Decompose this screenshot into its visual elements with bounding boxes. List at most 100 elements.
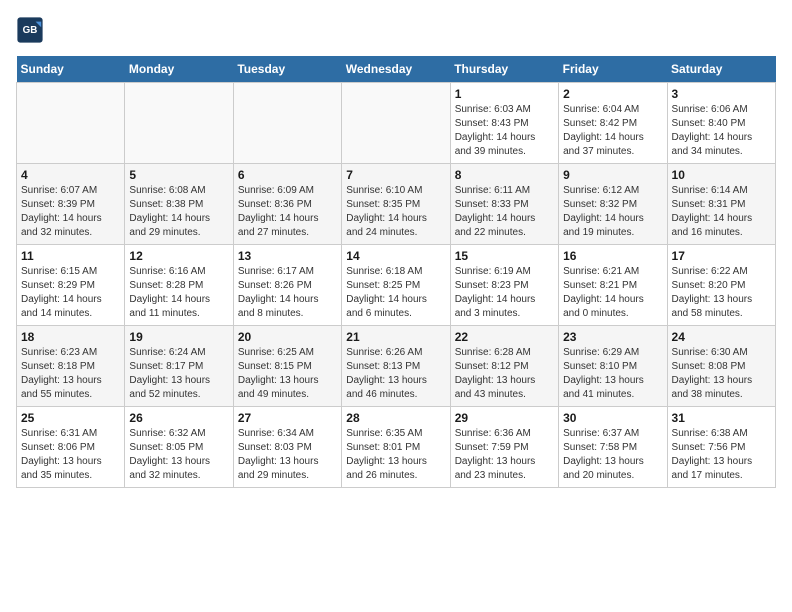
day-number: 21 — [346, 330, 445, 344]
column-header-thursday: Thursday — [450, 56, 558, 83]
calendar-day-9: 9Sunrise: 6:12 AM Sunset: 8:32 PM Daylig… — [559, 164, 667, 245]
calendar-day-22: 22Sunrise: 6:28 AM Sunset: 8:12 PM Dayli… — [450, 326, 558, 407]
day-number: 2 — [563, 87, 662, 101]
calendar-day-3: 3 Sunrise: 6:06 AM Sunset: 8:40 PM Daylig… — [667, 83, 775, 164]
logo-icon: GB — [16, 16, 44, 44]
page-header: GB — [16, 16, 776, 44]
column-header-saturday: Saturday — [667, 56, 775, 83]
calendar-day-8: 8 Sunrise: 6:11 AM Sunset: 8:33 PM Daylig… — [450, 164, 558, 245]
day-info: Sunrise: 6:32 AM Sunset: 8:05 PM Dayligh… — [129, 427, 228, 483]
day-info: Sunrise: 6:37 AM Sunset: 7:58 PM Dayligh… — [563, 427, 662, 483]
day-number: 24 — [672, 330, 771, 344]
day-info: Sunrise: 6:30 AM Sunset: 8:08 PM Dayligh… — [672, 346, 771, 402]
day-number: 25 — [21, 411, 120, 425]
calendar-week-2: 4 Sunrise: 6:07 AM Sunset: 8:39 PM Daylig… — [17, 164, 776, 245]
day-info: Sunrise: 6:29 AM Sunset: 8:10 PM Dayligh… — [563, 346, 662, 402]
day-number: 28 — [346, 411, 445, 425]
column-header-monday: Monday — [125, 56, 233, 83]
calendar-day-1: 1 Sunrise: 6:03 AM Sunset: 8:43 PM Daylig… — [450, 83, 558, 164]
calendar-day-7: 7Sunrise: 6:10 AM Sunset: 8:35 PM Daylig… — [342, 164, 450, 245]
calendar-day-11: 11Sunrise: 6:15 AM Sunset: 8:29 PM Dayli… — [17, 245, 125, 326]
day-number: 8 — [455, 168, 554, 182]
calendar-day-13: 13Sunrise: 6:17 AM Sunset: 8:26 PM Dayli… — [233, 245, 341, 326]
day-info: Sunrise: 6:36 AM Sunset: 7:59 PM Dayligh… — [455, 427, 554, 483]
day-info: Sunrise: 6:34 AM Sunset: 8:03 PM Dayligh… — [238, 427, 337, 483]
calendar-empty — [342, 83, 450, 164]
calendar-day-15: 15 Sunrise: 6:19 AM Sunset: 8:23 PM Dayli… — [450, 245, 558, 326]
day-info: Sunrise: 6:26 AM Sunset: 8:13 PM Dayligh… — [346, 346, 445, 402]
day-info: Sunrise: 6:22 AM Sunset: 8:20 PM Dayligh… — [672, 265, 771, 321]
day-number: 16 — [563, 249, 662, 263]
day-number: 3 — [672, 87, 771, 101]
day-info: Sunrise: 6:07 AM Sunset: 8:39 PM Dayligh… — [21, 184, 120, 240]
calendar-day-21: 21 Sunrise: 6:26 AM Sunset: 8:13 PM Dayli… — [342, 326, 450, 407]
day-number: 6 — [238, 168, 337, 182]
day-number: 5 — [129, 168, 228, 182]
calendar-body: 1 Sunrise: 6:03 AM Sunset: 8:43 PM Daylig… — [17, 83, 776, 488]
day-number: 30 — [563, 411, 662, 425]
day-info: Sunrise: 6:38 AM Sunset: 7:56 PM Dayligh… — [672, 427, 771, 483]
day-number: 31 — [672, 411, 771, 425]
calendar-day-29: 29 Sunrise: 6:36 AM Sunset: 7:59 PM Dayli… — [450, 407, 558, 488]
day-number: 27 — [238, 411, 337, 425]
calendar-day-10: 10 Sunrise: 6:14 AM Sunset: 8:31 PM Dayli… — [667, 164, 775, 245]
day-info: Sunrise: 6:21 AM Sunset: 8:21 PM Dayligh… — [563, 265, 662, 321]
day-number: 18 — [21, 330, 120, 344]
day-number: 19 — [129, 330, 228, 344]
calendar-table: SundayMondayTuesdayWednesdayThursdayFrid… — [16, 56, 776, 488]
day-info: Sunrise: 6:18 AM Sunset: 8:25 PM Dayligh… — [346, 265, 445, 321]
day-number: 23 — [563, 330, 662, 344]
calendar-week-1: 1 Sunrise: 6:03 AM Sunset: 8:43 PM Daylig… — [17, 83, 776, 164]
day-info: Sunrise: 6:09 AM Sunset: 8:36 PM Dayligh… — [238, 184, 337, 240]
calendar-day-31: 31 Sunrise: 6:38 AM Sunset: 7:56 PM Dayli… — [667, 407, 775, 488]
calendar-week-5: 25Sunrise: 6:31 AM Sunset: 8:06 PM Dayli… — [17, 407, 776, 488]
column-header-friday: Friday — [559, 56, 667, 83]
day-info: Sunrise: 6:10 AM Sunset: 8:35 PM Dayligh… — [346, 184, 445, 240]
day-info: Sunrise: 6:14 AM Sunset: 8:31 PM Dayligh… — [672, 184, 771, 240]
day-number: 9 — [563, 168, 662, 182]
calendar-day-16: 16 Sunrise: 6:21 AM Sunset: 8:21 PM Dayli… — [559, 245, 667, 326]
calendar-day-30: 30 Sunrise: 6:37 AM Sunset: 7:58 PM Dayli… — [559, 407, 667, 488]
day-number: 20 — [238, 330, 337, 344]
day-info: Sunrise: 6:06 AM Sunset: 8:40 PM Dayligh… — [672, 103, 771, 159]
day-info: Sunrise: 6:25 AM Sunset: 8:15 PM Dayligh… — [238, 346, 337, 402]
day-number: 10 — [672, 168, 771, 182]
calendar-week-3: 11Sunrise: 6:15 AM Sunset: 8:29 PM Dayli… — [17, 245, 776, 326]
logo: GB — [16, 16, 48, 44]
day-number: 12 — [129, 249, 228, 263]
day-number: 26 — [129, 411, 228, 425]
day-number: 11 — [21, 249, 120, 263]
svg-text:GB: GB — [23, 25, 38, 36]
day-number: 4 — [21, 168, 120, 182]
calendar-day-14: 14 Sunrise: 6:18 AM Sunset: 8:25 PM Dayli… — [342, 245, 450, 326]
day-info: Sunrise: 6:11 AM Sunset: 8:33 PM Dayligh… — [455, 184, 554, 240]
calendar-day-17: 17 Sunrise: 6:22 AM Sunset: 8:20 PM Dayli… — [667, 245, 775, 326]
calendar-day-6: 6 Sunrise: 6:09 AM Sunset: 8:36 PM Daylig… — [233, 164, 341, 245]
calendar-day-18: 18 Sunrise: 6:23 AM Sunset: 8:18 PM Dayli… — [17, 326, 125, 407]
day-number: 13 — [238, 249, 337, 263]
day-info: Sunrise: 6:23 AM Sunset: 8:18 PM Dayligh… — [21, 346, 120, 402]
calendar-empty — [125, 83, 233, 164]
day-number: 15 — [455, 249, 554, 263]
calendar-day-12: 12 Sunrise: 6:16 AM Sunset: 8:28 PM Dayli… — [125, 245, 233, 326]
day-number: 29 — [455, 411, 554, 425]
day-number: 1 — [455, 87, 554, 101]
calendar-day-25: 25Sunrise: 6:31 AM Sunset: 8:06 PM Dayli… — [17, 407, 125, 488]
calendar-day-26: 26 Sunrise: 6:32 AM Sunset: 8:05 PM Dayli… — [125, 407, 233, 488]
calendar-day-20: 20 Sunrise: 6:25 AM Sunset: 8:15 PM Dayli… — [233, 326, 341, 407]
day-number: 14 — [346, 249, 445, 263]
calendar-day-28: 28Sunrise: 6:35 AM Sunset: 8:01 PM Dayli… — [342, 407, 450, 488]
day-number: 17 — [672, 249, 771, 263]
calendar-empty — [17, 83, 125, 164]
calendar-day-24: 24 Sunrise: 6:30 AM Sunset: 8:08 PM Dayli… — [667, 326, 775, 407]
calendar-day-4: 4 Sunrise: 6:07 AM Sunset: 8:39 PM Daylig… — [17, 164, 125, 245]
day-info: Sunrise: 6:19 AM Sunset: 8:23 PM Dayligh… — [455, 265, 554, 321]
column-header-wednesday: Wednesday — [342, 56, 450, 83]
day-info: Sunrise: 6:28 AM Sunset: 8:12 PM Dayligh… — [455, 346, 554, 402]
day-info: Sunrise: 6:04 AM Sunset: 8:42 PM Dayligh… — [563, 103, 662, 159]
calendar-day-23: 23 Sunrise: 6:29 AM Sunset: 8:10 PM Dayli… — [559, 326, 667, 407]
day-info: Sunrise: 6:24 AM Sunset: 8:17 PM Dayligh… — [129, 346, 228, 402]
day-info: Sunrise: 6:16 AM Sunset: 8:28 PM Dayligh… — [129, 265, 228, 321]
day-info: Sunrise: 6:03 AM Sunset: 8:43 PM Dayligh… — [455, 103, 554, 159]
calendar-header: SundayMondayTuesdayWednesdayThursdayFrid… — [17, 56, 776, 83]
